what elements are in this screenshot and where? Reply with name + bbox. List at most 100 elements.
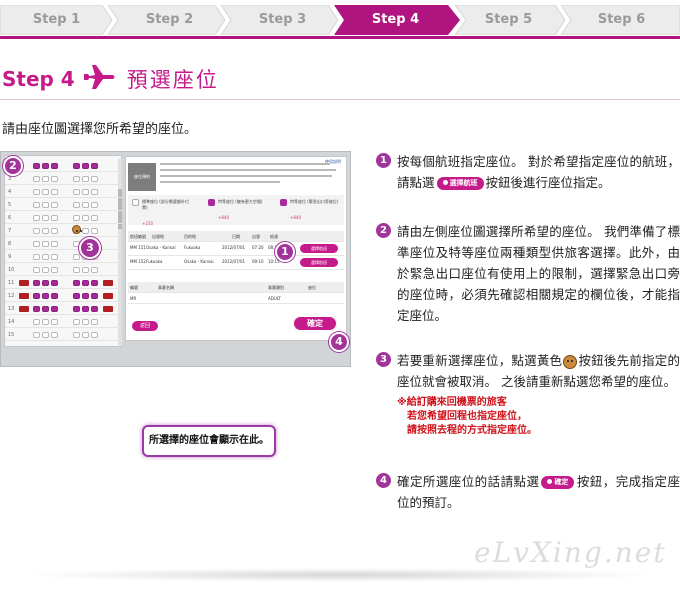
seat[interactable] — [73, 280, 80, 286]
seat[interactable] — [91, 332, 98, 338]
flight-panel: 使用說明 座位預約 標準座位 (部分需要額外付費) +210 特等座位 (擁有更大… — [125, 156, 347, 341]
seat[interactable] — [91, 280, 98, 286]
seat[interactable] — [82, 293, 89, 299]
heading-step-label: Step 4 — [2, 67, 75, 91]
seat[interactable] — [73, 189, 80, 195]
seat[interactable] — [51, 293, 58, 299]
seat[interactable] — [42, 293, 49, 299]
exit-row-marker — [19, 306, 29, 312]
seat[interactable] — [42, 202, 49, 208]
seat[interactable] — [42, 241, 49, 247]
seat[interactable] — [33, 280, 40, 286]
seat[interactable] — [51, 163, 58, 169]
instruction-2: 2 請由左側座位圖選擇所希望的座位。 我們準備了標準座位及特等座位兩種類型供旅客… — [376, 221, 680, 326]
seat[interactable] — [91, 202, 98, 208]
seat[interactable] — [82, 163, 89, 169]
seat[interactable] — [91, 228, 98, 234]
seat[interactable] — [73, 202, 80, 208]
seat[interactable] — [82, 189, 89, 195]
seat[interactable] — [42, 280, 49, 286]
select-flight-button[interactable]: 選擇航班 — [300, 244, 338, 253]
seat[interactable] — [51, 189, 58, 195]
seat[interactable] — [33, 163, 40, 169]
seat[interactable] — [33, 332, 40, 338]
seat[interactable] — [91, 267, 98, 273]
seat[interactable] — [82, 267, 89, 273]
seat[interactable] — [51, 319, 58, 325]
seat[interactable] — [73, 176, 80, 182]
seat[interactable] — [51, 241, 58, 247]
seat[interactable] — [33, 215, 40, 221]
seat[interactable] — [51, 267, 58, 273]
seat[interactable] — [42, 254, 49, 260]
seat[interactable] — [33, 306, 40, 312]
seat[interactable] — [91, 163, 98, 169]
badge-2: 2 — [3, 156, 23, 176]
seat[interactable] — [91, 306, 98, 312]
seat[interactable] — [51, 332, 58, 338]
seat[interactable] — [82, 215, 89, 221]
flight-table: 航班編號 出發地 目的地 日期 出發 抵達 MM 151 Osaka - Kan… — [128, 231, 344, 270]
seat[interactable] — [33, 319, 40, 325]
seat[interactable] — [42, 267, 49, 273]
intro-text: 請由座位圖選擇您所希望的座位。 — [2, 122, 198, 137]
seat[interactable] — [33, 254, 40, 260]
seat-row: 8 — [5, 239, 123, 250]
seat[interactable] — [42, 215, 49, 221]
seat[interactable] — [73, 163, 80, 169]
seat[interactable] — [42, 176, 49, 182]
seat[interactable] — [91, 215, 98, 221]
step-5-label: Step 5 — [484, 12, 533, 27]
standard-seat-icon — [132, 199, 139, 206]
seat-row: 6 — [5, 213, 123, 224]
seat[interactable] — [33, 228, 40, 234]
step-bar-underline — [0, 36, 680, 39]
seat[interactable] — [33, 202, 40, 208]
seat[interactable] — [51, 254, 58, 260]
back-button[interactable]: 返回 — [132, 321, 158, 331]
select-flight-button[interactable]: 選擇航班 — [300, 258, 338, 267]
seat[interactable] — [73, 306, 80, 312]
seat[interactable] — [33, 267, 40, 273]
seat[interactable] — [42, 228, 49, 234]
seat[interactable] — [73, 215, 80, 221]
seat[interactable] — [42, 332, 49, 338]
seat[interactable] — [82, 319, 89, 325]
seat[interactable] — [91, 176, 98, 182]
seat[interactable] — [82, 332, 89, 338]
seat[interactable] — [42, 319, 49, 325]
seat[interactable] — [73, 254, 80, 260]
step-6-label: Step 6 — [597, 12, 646, 27]
seat[interactable] — [91, 189, 98, 195]
seat[interactable] — [73, 267, 80, 273]
seat[interactable] — [73, 319, 80, 325]
seat[interactable] — [51, 215, 58, 221]
seat[interactable] — [82, 202, 89, 208]
seat[interactable] — [82, 280, 89, 286]
seat[interactable] — [82, 176, 89, 182]
row-number: 4 — [8, 189, 12, 195]
seat[interactable] — [33, 293, 40, 299]
seat[interactable] — [51, 228, 58, 234]
seat[interactable] — [73, 293, 80, 299]
seat[interactable] — [82, 228, 89, 234]
seat[interactable] — [42, 306, 49, 312]
seat-row: 9 — [5, 252, 123, 263]
seat[interactable] — [51, 176, 58, 182]
seat[interactable] — [91, 293, 98, 299]
seat[interactable] — [42, 189, 49, 195]
seat[interactable] — [42, 163, 49, 169]
instruction-3-text: 若要重新選擇座位，點選黃色 按鈕後先前指定的座位就會被取消。 之後請重新點選您希望… — [397, 353, 680, 389]
selected-seat-bear-icon[interactable] — [72, 225, 81, 234]
seat[interactable] — [73, 332, 80, 338]
seat[interactable] — [33, 189, 40, 195]
step-1-label: Step 1 — [32, 12, 81, 27]
seat[interactable] — [51, 202, 58, 208]
confirm-button[interactable]: 確定 — [293, 316, 337, 331]
seat[interactable] — [51, 280, 58, 286]
seat[interactable] — [33, 176, 40, 182]
seat[interactable] — [51, 306, 58, 312]
seat[interactable] — [82, 306, 89, 312]
seat[interactable] — [91, 319, 98, 325]
seat[interactable] — [33, 241, 40, 247]
